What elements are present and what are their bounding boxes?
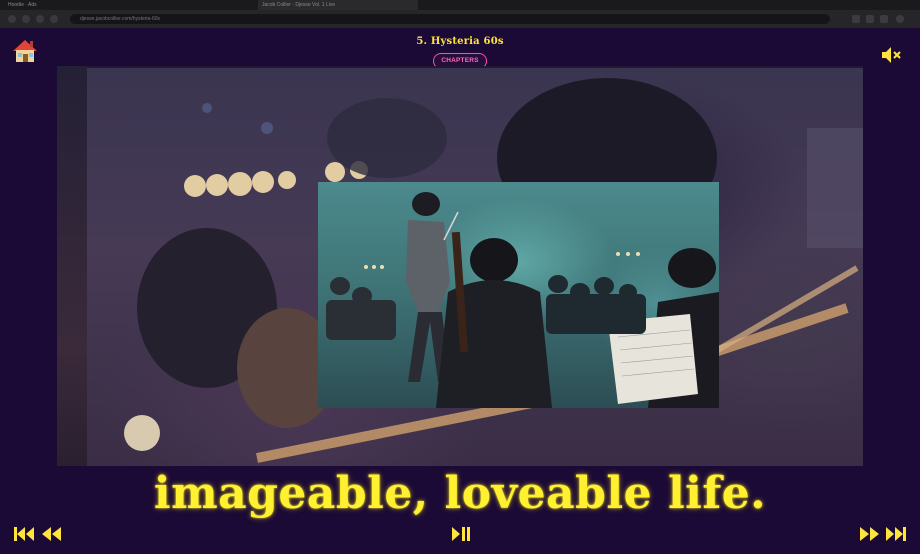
chapter-title: 5. Hysteria 60s bbox=[416, 36, 504, 47]
skip-to-start-icon[interactable] bbox=[12, 524, 36, 544]
forward-icon[interactable] bbox=[22, 15, 30, 23]
browser-chrome: Hoodie · Ads Jacob Collier · Djesse Vol.… bbox=[0, 0, 920, 28]
address-bar[interactable]: djesse.jacobcollier.com/hysteria-60s bbox=[70, 14, 830, 24]
lyrics-caption: imageable, loveable life. bbox=[153, 468, 767, 519]
back-icon[interactable] bbox=[8, 15, 16, 23]
navigation-bar: djesse.jacobcollier.com/hysteria-60s bbox=[0, 10, 920, 28]
edge-video-strip bbox=[57, 66, 87, 466]
foreground-video[interactable] bbox=[318, 182, 719, 408]
extension-icon[interactable] bbox=[880, 15, 888, 23]
video-stage bbox=[57, 66, 863, 466]
browser-tab-active[interactable]: Jacob Collier · Djesse Vol. 1 Live bbox=[258, 0, 418, 10]
extension-icon[interactable] bbox=[866, 15, 874, 23]
house-icon[interactable] bbox=[12, 38, 38, 64]
rewind-icon[interactable] bbox=[40, 524, 64, 544]
skip-to-end-icon[interactable] bbox=[884, 524, 908, 544]
play-pause-icon[interactable] bbox=[450, 524, 472, 544]
reload-icon[interactable] bbox=[36, 15, 44, 23]
player-page: 5. Hysteria 60s CHAPTERS imageable, love… bbox=[0, 28, 920, 554]
tab-bar: Hoodie · Ads Jacob Collier · Djesse Vol.… bbox=[0, 0, 920, 10]
fast-forward-icon[interactable] bbox=[858, 524, 882, 544]
speaker-muted-icon[interactable] bbox=[880, 44, 904, 66]
home-browser-icon[interactable] bbox=[50, 15, 58, 23]
browser-tab[interactable]: Hoodie · Ads bbox=[4, 0, 62, 10]
extension-icon[interactable] bbox=[852, 15, 860, 23]
profile-avatar[interactable] bbox=[896, 15, 904, 23]
